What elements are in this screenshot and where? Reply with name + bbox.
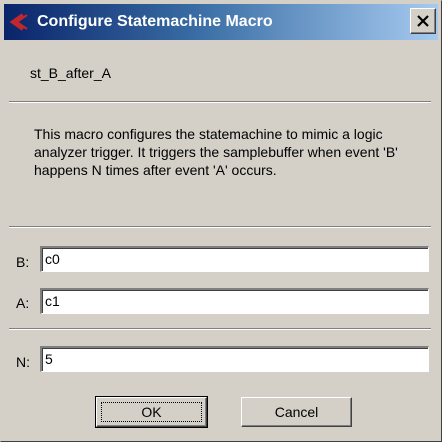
cancel-button[interactable]: Cancel xyxy=(241,397,352,427)
divider xyxy=(9,328,431,330)
macro-name: st_B_after_A xyxy=(30,65,111,81)
title-bar[interactable]: Configure Statemachine Macro xyxy=(4,4,438,40)
divider xyxy=(9,101,431,103)
cancel-button-label: Cancel xyxy=(274,404,319,420)
macro-description: This macro configures the statemachine t… xyxy=(34,126,398,178)
window-title: Configure Statemachine Macro xyxy=(37,13,273,30)
field-a-input[interactable]: c1 xyxy=(40,288,429,314)
dialog-window: Configure Statemachine Macro st_B_after_… xyxy=(0,0,442,442)
field-a-label: A: xyxy=(16,295,30,311)
field-n-input[interactable]: 5 xyxy=(40,346,429,372)
divider xyxy=(9,226,431,228)
field-n-label: N: xyxy=(16,354,30,370)
close-button[interactable] xyxy=(410,8,436,34)
ok-button[interactable]: OK xyxy=(95,396,208,428)
focus-ring xyxy=(101,402,202,422)
field-b-label: B: xyxy=(16,254,30,270)
field-b-input[interactable]: c0 xyxy=(40,246,429,272)
app-logo-icon xyxy=(8,11,30,33)
